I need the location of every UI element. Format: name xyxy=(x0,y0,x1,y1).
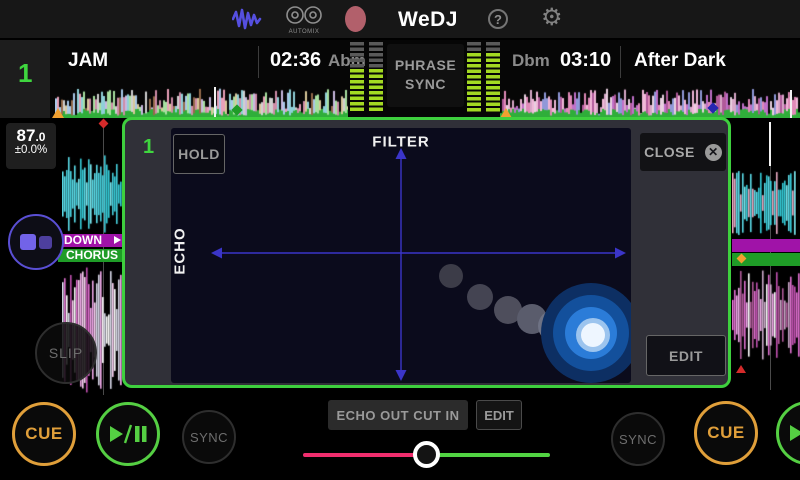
deck2-key: Dbm xyxy=(512,51,550,71)
edit-label: EDIT xyxy=(484,408,514,423)
cue-label: CUE xyxy=(707,423,744,443)
fx-mode-label: ECHO OUT CUT IN xyxy=(336,408,459,423)
fx-edit-label: EDIT xyxy=(669,348,703,364)
deck2-playhead-top xyxy=(769,122,771,166)
settings-gear-icon[interactable]: ⚙ xyxy=(541,6,563,30)
phrase-chorus-label: CHORUS xyxy=(66,249,118,262)
deck1-overview-playhead xyxy=(214,87,216,118)
play-pause-icon xyxy=(787,420,800,446)
record-button[interactable] xyxy=(345,6,366,32)
divider xyxy=(620,46,621,78)
help-icon[interactable]: ? xyxy=(488,9,508,29)
sync-label: SYNC xyxy=(619,432,657,447)
divider xyxy=(258,46,259,78)
fx-pad-graphics xyxy=(171,128,631,383)
deck2-time: 03:10 xyxy=(560,49,611,72)
tempo-range: ±0.0% xyxy=(6,144,56,156)
deck1-sync-button[interactable]: SYNC xyxy=(182,410,236,464)
deck1-bpm-display[interactable]: 87.0 ±0.0% xyxy=(6,123,56,169)
deck2-play-pause-button[interactable] xyxy=(776,401,800,465)
hold-label: HOLD xyxy=(178,146,220,162)
deck1-time: 02:36 xyxy=(270,49,321,72)
pad-square-icon xyxy=(20,234,36,250)
close-icon: ✕ xyxy=(705,144,722,161)
fx-close-button[interactable]: CLOSE ✕ xyxy=(640,133,726,171)
automix-icon xyxy=(286,5,322,25)
bpm-value: 87 xyxy=(17,126,36,145)
deck2-level-meter xyxy=(467,42,500,112)
deck1-phrase-bar-chorus: CHORUS xyxy=(58,249,122,262)
phrase-sync-button[interactable]: PHRASE SYNC xyxy=(387,44,464,107)
slip-button[interactable]: SLIP xyxy=(35,322,97,384)
deck1-number: 1 xyxy=(18,58,32,89)
phrase-arrow-icon xyxy=(114,236,121,244)
fx-xy-pad[interactable] xyxy=(171,128,631,383)
deck2-cue-button[interactable]: CUE xyxy=(694,401,758,465)
waveform-view-icon[interactable] xyxy=(232,8,262,30)
deck1-cue-button[interactable]: CUE xyxy=(12,402,76,466)
deck1-waveform[interactable] xyxy=(62,152,122,236)
deck2-sync-button[interactable]: SYNC xyxy=(611,412,665,466)
slip-label: SLIP xyxy=(49,345,83,361)
fx-pad-panel: 1 xyxy=(122,117,731,388)
deck1-play-pause-button[interactable] xyxy=(96,402,160,466)
close-label: CLOSE xyxy=(644,144,695,160)
deck2-phrase-bar-1 xyxy=(732,239,800,252)
deck2-waveform[interactable] xyxy=(732,168,796,238)
wedj-app: AUTOMIX WeDJ ? ⚙ 1 JAM 02:36 Abm PHRASE … xyxy=(0,0,800,480)
fx-mode-edit-button[interactable]: EDIT xyxy=(476,400,522,430)
fx-mode-button[interactable]: ECHO OUT CUT IN xyxy=(328,400,468,430)
deck1-number-panel: 1 xyxy=(0,40,50,118)
deck2-waveform-lower[interactable] xyxy=(732,267,800,363)
crossfader-knob[interactable] xyxy=(413,441,440,468)
deck1-track-title: JAM xyxy=(68,50,108,72)
deck1-overview-start-marker xyxy=(52,108,64,118)
play-pause-icon xyxy=(107,421,149,447)
fx-x-axis-label: FILTER xyxy=(372,134,429,151)
deck1-phrase-bar-down: DOWN xyxy=(62,234,122,247)
sync-label: SYNC xyxy=(190,430,228,445)
phrase-sync-label-1: PHRASE xyxy=(395,57,456,73)
deck1-playhead-marker xyxy=(99,119,109,129)
automix-button[interactable]: AUTOMIX xyxy=(284,5,324,35)
crossfader-track-left xyxy=(303,453,427,457)
app-title: WeDJ xyxy=(398,8,458,32)
cue-label: CUE xyxy=(25,424,62,444)
deck1-overview-waveform[interactable] xyxy=(55,87,348,118)
fx-edit-button[interactable]: EDIT xyxy=(646,335,726,376)
automix-label: AUTOMIX xyxy=(284,29,324,35)
deck1-level-meter xyxy=(350,42,383,112)
phrase-sync-label-2: SYNC xyxy=(405,76,446,92)
track-info-row: 1 JAM 02:36 Abm PHRASE SYNC Dbm 03:10 Af… xyxy=(0,40,800,118)
deck2-track-title: After Dark xyxy=(634,50,726,72)
performance-pads-button[interactable] xyxy=(8,214,64,270)
fx-hold-button[interactable]: HOLD xyxy=(173,134,225,174)
deck2-overview-playhead xyxy=(790,90,792,118)
crossfader-track-right xyxy=(427,453,550,457)
phrase-down-label: DOWN xyxy=(64,234,102,247)
pad-square-icon xyxy=(39,236,52,249)
deck2-overview-waveform[interactable] xyxy=(500,87,800,118)
deck2-cue-marker xyxy=(736,365,746,373)
fx-deck-number: 1 xyxy=(143,136,154,159)
fx-y-axis-label: ECHO xyxy=(172,227,189,274)
header-bar: AUTOMIX WeDJ ? ⚙ xyxy=(0,0,800,38)
